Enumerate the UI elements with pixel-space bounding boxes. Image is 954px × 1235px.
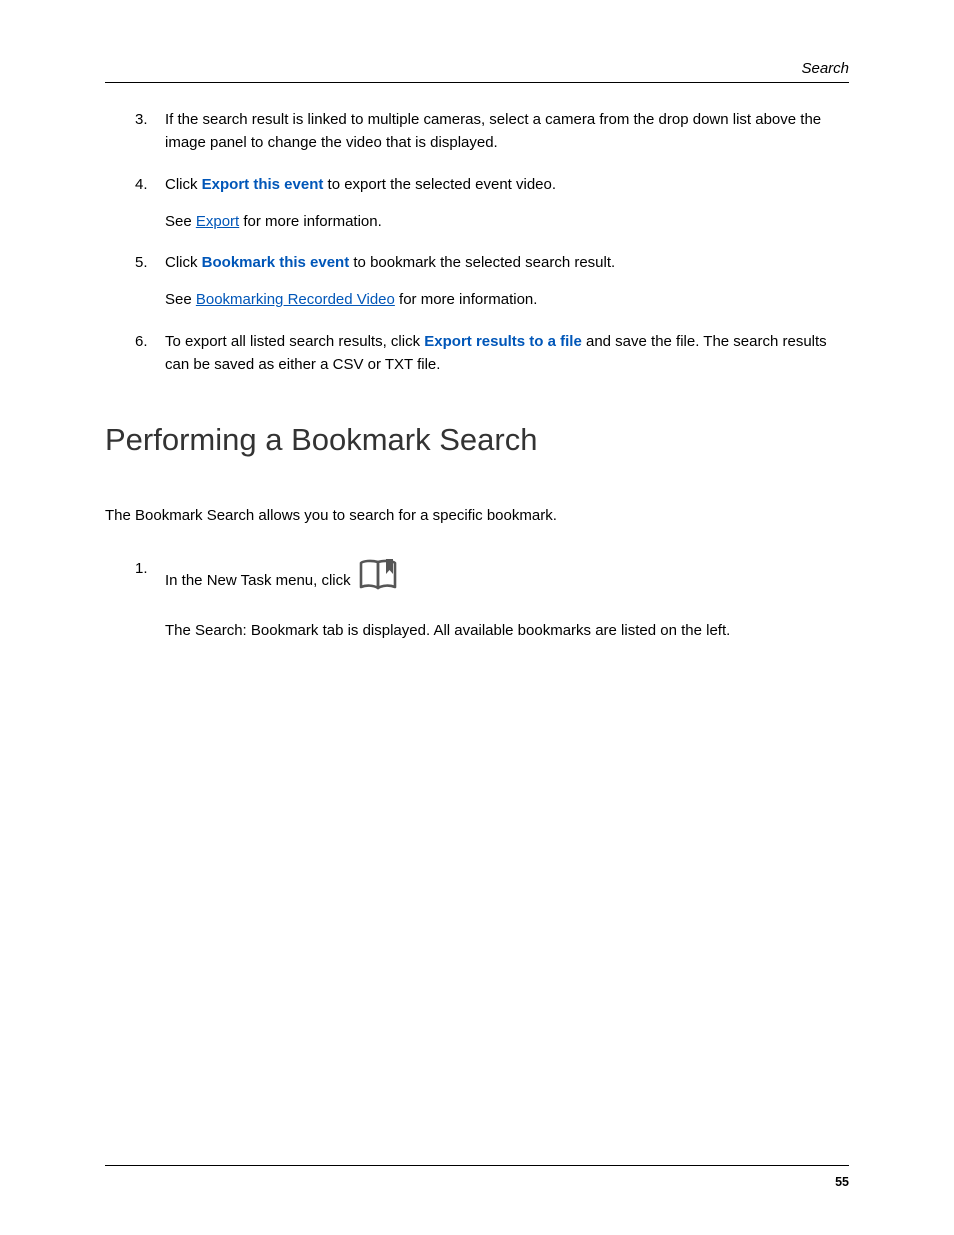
- bookmark-search-icon: [357, 557, 399, 600]
- step-6: 6. To export all listed search results, …: [135, 330, 849, 377]
- step-number: 3.: [135, 108, 148, 131]
- header-rule: [105, 82, 849, 83]
- text-post: to bookmark the selected search result.: [349, 254, 615, 271]
- text-post: to export the selected event video.: [323, 176, 556, 193]
- section-intro: The Bookmark Search allows you to search…: [105, 504, 849, 527]
- text-pre: To export all listed search results, cli…: [165, 333, 424, 350]
- step-text: In the New Task menu, click: [165, 572, 399, 589]
- step-subtext: See Export for more information.: [165, 210, 849, 233]
- step-text: To export all listed search results, cli…: [165, 333, 827, 373]
- footer-rule: [105, 1165, 849, 1166]
- text-pre: Click: [165, 176, 202, 193]
- text-pre: Click: [165, 254, 202, 271]
- step-subtext: See Bookmarking Recorded Video for more …: [165, 288, 849, 311]
- page-header-section: Search: [801, 60, 849, 77]
- step-subtext: The Search: Bookmark tab is displayed. A…: [165, 619, 849, 642]
- see-pre: See: [165, 291, 196, 308]
- see-post: for more information.: [395, 291, 538, 308]
- step-number: 1.: [135, 557, 148, 580]
- bookmark-this-event-label: Bookmark this event: [202, 254, 350, 271]
- text-pre: In the New Task menu, click: [165, 572, 355, 589]
- page-content: 3. If the search result is linked to mul…: [105, 108, 849, 660]
- section-heading: Performing a Bookmark Search: [105, 416, 849, 464]
- see-pre: See: [165, 213, 196, 230]
- page-number: 55: [835, 1175, 849, 1189]
- export-this-event-label: Export this event: [202, 176, 324, 193]
- step-text: Click Export this event to export the se…: [165, 176, 556, 193]
- step-4: 4. Click Export this event to export the…: [135, 173, 849, 234]
- bookmarking-recorded-video-link[interactable]: Bookmarking Recorded Video: [196, 291, 395, 308]
- section-step-1: 1. In the New Task menu, click The Searc…: [135, 557, 849, 642]
- step-3: 3. If the search result is linked to mul…: [135, 108, 849, 155]
- step-text: If the search result is linked to multip…: [165, 111, 821, 151]
- step-number: 4.: [135, 173, 148, 196]
- section-steps-list: 1. In the New Task menu, click The Searc…: [105, 557, 849, 642]
- export-link[interactable]: Export: [196, 213, 239, 230]
- step-text: Click Bookmark this event to bookmark th…: [165, 254, 615, 271]
- see-post: for more information.: [239, 213, 382, 230]
- step-5: 5. Click Bookmark this event to bookmark…: [135, 251, 849, 312]
- step-number: 5.: [135, 251, 148, 274]
- step-number: 6.: [135, 330, 148, 353]
- numbered-steps-list: 3. If the search result is linked to mul…: [105, 108, 849, 376]
- export-results-to-file-label: Export results to a file: [424, 333, 582, 350]
